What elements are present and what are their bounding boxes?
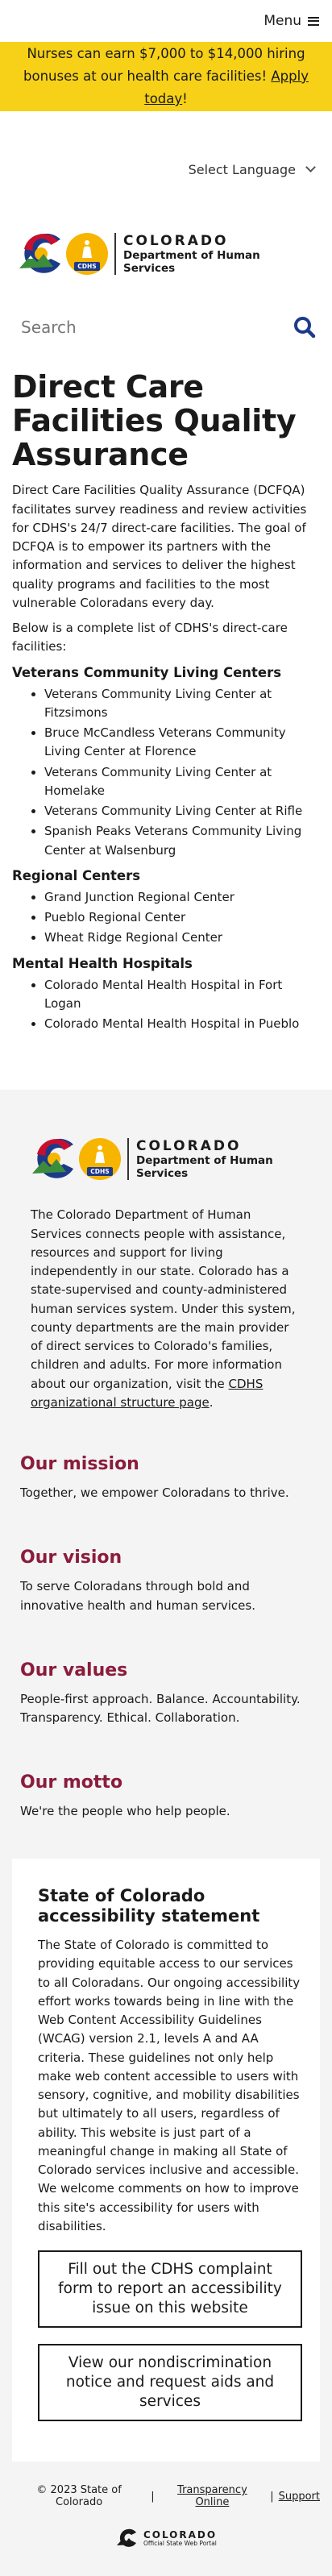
footer-logo-text: COLORADO Department of Human Services [127,1138,301,1181]
copyright: © 2023 State of Colorado [36,2484,122,2509]
list-item: Pueblo Regional Center [44,908,320,927]
people-icon [82,240,92,258]
cdhs-logo[interactable]: CDHS COLORADO Department of Human Servic… [18,231,314,276]
hamburger-icon [308,16,319,26]
cdhs-emblem: CDHS [66,233,108,275]
menu-button[interactable]: Menu [264,13,319,29]
list-intro: Below is a complete list of CDHS's direc… [12,621,288,654]
logo-subtitle: Department of Human Services [123,249,260,275]
accessibility-heading: State of Colorado accessibility statemen… [38,1885,260,1926]
mental-health-list: Colorado Mental Health Hospital in Fort … [12,976,320,1034]
cdhs-badge: CDHS [74,262,100,271]
support-link[interactable]: Support [279,2491,320,2503]
about-suffix: . [209,1394,214,1410]
intro-paragraph: Direct Care Facilities Quality Assurance… [12,483,307,610]
list-item: Veterans Community Living Center at Fitz… [44,685,320,723]
footer-cdhs-emblem: CDHS [79,1138,121,1181]
mission-heading: Our mission [20,1454,139,1475]
logo-text: COLORADO Department of Human Services [114,233,314,275]
state-logo-subtitle: Official State Web Portal [143,2539,217,2547]
list-item: Colorado Mental Health Hospital in Puebl… [44,1015,320,1033]
search-bar [0,292,332,363]
main-content: Direct Care Facilities Quality Assurance… [0,369,332,1034]
chevron-down-icon [305,162,316,172]
list-item: Colorado Mental Health Hospital in Fort … [44,976,320,1014]
separator: | [151,2490,155,2503]
list-item: Bruce McCandless Veterans Community Livi… [44,724,320,762]
language-select[interactable]: Select Language [188,151,316,177]
menu-label: Menu [264,13,301,29]
accessibility-card: State of Colorado accessibility statemen… [12,1858,320,2462]
language-select-label: Select Language [188,161,296,177]
footer-inner: The Colorado Department of Human Service… [0,1206,332,1412]
search-input[interactable] [21,318,290,337]
footer-cdhs-logo[interactable]: CDHS COLORADO Department of Human Servic… [31,1136,301,1182]
footer-logo-title: COLORADO [136,1138,242,1155]
state-logo-text: COLORADO Official State Web Portal [143,2528,218,2547]
header-logo-row: CDHS COLORADO Department of Human Servic… [0,216,332,292]
mission-text: Together, we empower Coloradans to thriv… [20,1485,289,1501]
vision-text: To serve Coloradans through bold and inn… [20,1579,255,1613]
state-logo-title: COLORADO [143,2528,218,2541]
footer-logo-subtitle: Department of Human Services [136,1154,273,1181]
footer: CDHS COLORADO Department of Human Servic… [0,1090,332,2576]
section-heading-mental-health: Mental Health Hospitals [12,955,193,971]
list-item: Wheat Ridge Regional Center [44,929,320,947]
footer-logo-marks: CDHS [31,1136,121,1182]
colorado-c-icon [32,1139,73,1179]
banner-message: Nurses can earn $7,000 to $14,000 hiring… [23,45,305,84]
accessibility-text: The State of Colorado is committed to pr… [38,1938,301,2233]
mission-block: Our mission Together, we empower Colorad… [0,1454,332,1822]
transparency-online-link[interactable]: Transparency Online [160,2484,266,2508]
language-row: Select Language [0,111,332,216]
veterans-list: Veterans Community Living Center at Fitz… [12,685,320,860]
colorado-c-icon [116,2529,136,2548]
list-item: Veterans Community Living Center at Rifl… [44,802,320,821]
bottom-bar: © 2023 State of Colorado | Transparency … [0,2462,332,2576]
hiring-banner: Nurses can earn $7,000 to $14,000 hiring… [0,42,332,111]
regional-list: Grand Junction Regional Center Pueblo Re… [12,888,320,948]
page-title: Direct Care Facilities Quality Assurance [12,369,297,472]
state-portal-logo[interactable]: COLORADO Official State Web Portal [115,2528,217,2549]
footer-cdhs-badge: CDHS [87,1167,113,1177]
list-item: Spanish Peaks Veterans Community Living … [44,822,320,860]
values-heading: Our values [20,1660,128,1681]
section-heading-veterans: Veterans Community Living Centers [12,664,282,680]
top-bar: Menu [0,0,332,42]
list-item: Veterans Community Living Center at Home… [44,763,320,801]
nondiscrimination-button[interactable]: View our nondiscrimination notice and re… [38,2344,302,2422]
about-paragraph: The Colorado Department of Human Service… [31,1206,301,1412]
bottom-links: © 2023 State of Colorado | Transparency … [12,2484,320,2508]
motto-heading: Our motto [20,1772,123,1793]
about-text: The Colorado Department of Human Service… [31,1207,296,1391]
banner-text: Nurses can earn $7,000 to $14,000 hiring… [2,43,330,110]
vision-heading: Our vision [20,1548,122,1568]
separator: | [270,2490,274,2503]
people-icon [95,1145,105,1164]
complaint-form-button[interactable]: Fill out the CDHS complaint form to repo… [38,2250,302,2329]
section-heading-regional: Regional Centers [12,867,141,883]
banner-suffix: ! [182,91,188,107]
list-item: Grand Junction Regional Center [44,888,320,907]
footer-logo-row: CDHS COLORADO Department of Human Servic… [0,1120,332,1198]
motto-text: We're the people who help people. [20,1804,230,1819]
values-text: People-first approach. Balance. Accounta… [20,1691,301,1726]
search-icon [294,317,316,339]
logo-marks: CDHS [18,231,108,276]
colorado-c-icon [19,233,60,273]
search-button[interactable] [290,313,319,342]
logo-title: COLORADO [123,233,229,249]
